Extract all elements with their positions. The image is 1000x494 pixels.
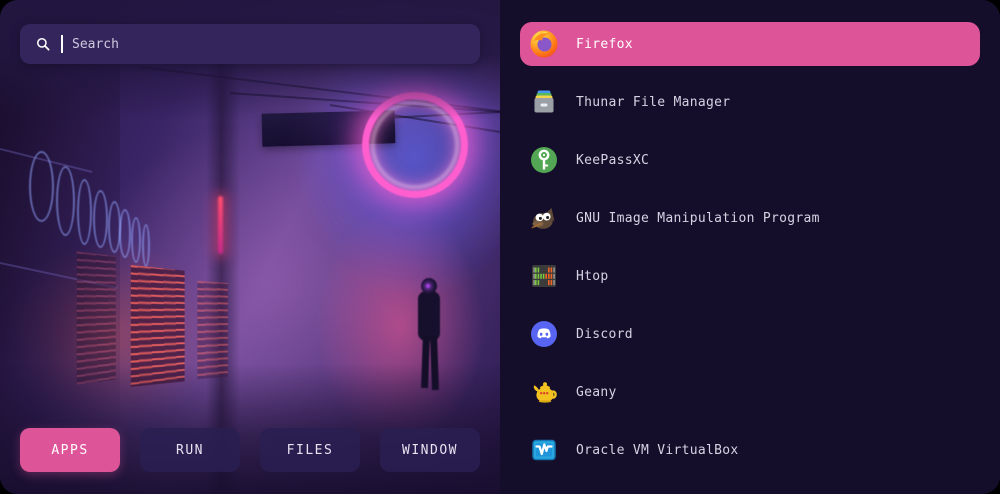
neon-hoop [56, 166, 75, 236]
red-neon-lamp [218, 196, 223, 254]
app-row-keepassxc[interactable]: KeePassXC [520, 138, 980, 182]
app-label: Geany [576, 385, 617, 400]
app-label: Discord [576, 327, 633, 342]
app-launcher-window: APPS RUN FILES WINDOW [0, 0, 1000, 494]
keepassxc-icon [528, 144, 560, 176]
tab-window[interactable]: WINDOW [380, 428, 480, 472]
app-label: Thunar File Manager [576, 95, 730, 110]
firefox-icon [528, 28, 560, 60]
gimp-icon [528, 202, 560, 234]
tab-run[interactable]: RUN [140, 428, 240, 472]
app-row-firefox[interactable]: Firefox [520, 22, 980, 66]
tab-files[interactable]: FILES [260, 428, 360, 472]
app-label: GNU Image Manipulation Program [576, 211, 820, 226]
app-row-geany[interactable]: Geany [520, 370, 980, 414]
search-input[interactable] [72, 37, 466, 52]
app-row-htop[interactable]: Htop [520, 254, 980, 298]
neon-hoop [93, 190, 108, 248]
app-row-discord[interactable]: Discord [520, 312, 980, 356]
neon-hoop [142, 224, 150, 267]
wallpaper-neon-alley [0, 0, 500, 494]
search-icon [34, 35, 52, 53]
mode-tabs: APPS RUN FILES WINDOW [20, 428, 480, 472]
neon-hoop [77, 179, 92, 245]
neon-hoop [119, 209, 131, 258]
app-row-thunar[interactable]: Thunar File Manager [520, 80, 980, 124]
left-pane: APPS RUN FILES WINDOW [0, 0, 500, 494]
tab-apps[interactable]: APPS [20, 428, 120, 472]
app-label: Htop [576, 269, 609, 284]
geany-icon [528, 376, 560, 408]
app-label: KeePassXC [576, 153, 649, 168]
neon-hoop [131, 217, 141, 263]
app-label: Firefox [576, 37, 633, 52]
thunar-icon [528, 86, 560, 118]
app-row-virtualbox[interactable]: Oracle VM VirtualBox [520, 428, 980, 472]
neon-hoop [29, 151, 54, 222]
app-row-gimp[interactable]: GNU Image Manipulation Program [520, 196, 980, 240]
text-caret [61, 35, 63, 53]
app-label: Oracle VM VirtualBox [576, 443, 739, 458]
app-list: Firefox Thunar File Manager [500, 0, 1000, 494]
virtualbox-icon [528, 434, 560, 466]
search-bar[interactable] [20, 24, 480, 64]
htop-icon [528, 260, 560, 292]
discord-icon [528, 318, 560, 350]
